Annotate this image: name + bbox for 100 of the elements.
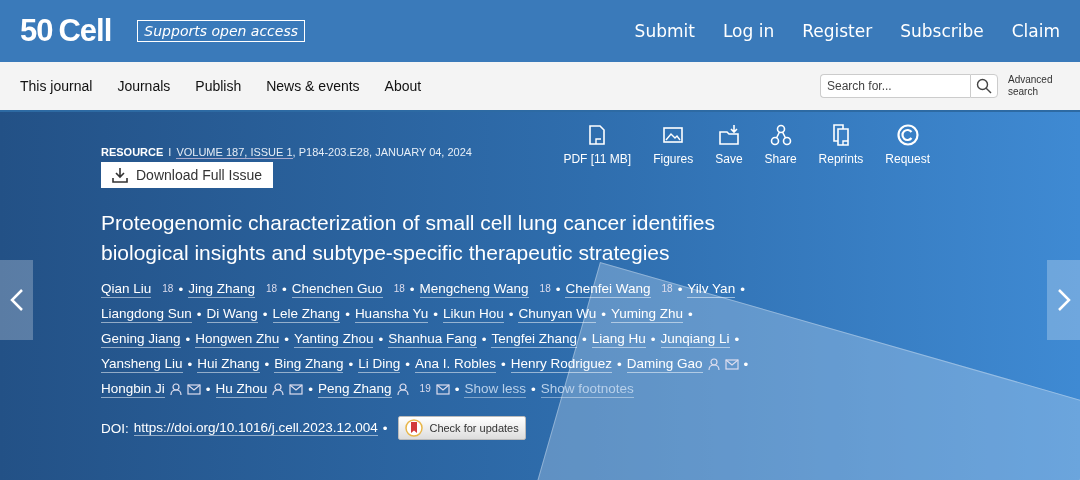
nav-item[interactable]: News & events [266,78,360,94]
journal-logo[interactable]: 50 Cell [20,13,112,49]
author-link[interactable]: Di Wang [206,305,258,323]
header-link[interactable]: Subscribe [900,21,984,41]
bullet-mark: • [308,380,314,398]
bullet-mark: • [734,330,740,348]
folder-icon [717,124,740,146]
author-link[interactable]: Hui Zhang [197,355,260,373]
author-link[interactable]: Hu Zhou [215,380,268,398]
author-link[interactable]: Daming Gao [626,355,703,373]
bullet-mark: • [262,305,268,323]
author-link[interactable]: Ana I. Robles [414,355,496,373]
nav-item[interactable]: Journals [117,78,171,94]
download-full-issue-button[interactable]: Download Full Issue [101,162,274,188]
author-link[interactable]: Henry Rodriguez [510,355,612,373]
search-button[interactable] [970,74,998,98]
author-link[interactable]: Liangdong Sun [101,305,192,323]
bullet-mark: • [500,355,506,373]
bullet-mark: • [378,330,384,348]
bullet-mark: • [433,305,438,323]
footnote-link[interactable]: 18 [539,280,551,297]
search-field[interactable]: Search for... [820,74,970,98]
bullet-mark: • [405,355,410,373]
footnote-link[interactable]: 18 [265,280,278,297]
advanced-search-link[interactable]: Advanced search [1008,74,1060,98]
footnote-link[interactable]: 18 [393,280,405,297]
doi-label: DOI: [101,420,129,436]
author-link[interactable]: Mengcheng Wang [419,280,529,298]
bullet-mark: • [743,355,749,373]
header-link[interactable]: Submit [634,21,695,41]
author-link[interactable]: Chenchen Guo [291,280,383,298]
author-link[interactable]: Qian Liu [101,280,152,298]
bullet-mark: • [601,305,606,323]
author-link[interactable]: Hongbin Ji [101,380,165,398]
author-link[interactable]: Liang Hu [591,330,646,348]
author-link[interactable]: Gening Jiang [101,330,181,348]
author-link[interactable]: Huansha Yu [354,305,429,323]
article-title: Proteogenomic characterization of small cell lung cancer identifies biological insights and subtype-specific therapeutic strategies [101,210,716,266]
action-button[interactable]: Figures [653,124,694,188]
action-button[interactable]: Share [764,124,797,188]
author-link[interactable]: Chenfei Wang [565,280,651,298]
volume-link[interactable]: VOLUME 187, ISSUE 1 [176,146,293,159]
footnote-link[interactable]: 18 [162,280,174,297]
author-link[interactable]: Chunyan Wu [518,305,597,323]
doi-link[interactable]: https://doi.org/10.1016/j.cell.2023.12.004 [133,420,378,436]
bullet-mark: • [185,330,191,348]
person-icon [707,357,720,371]
bullet-mark: • [677,280,683,298]
nav-item[interactable]: About [384,78,422,94]
action-button[interactable]: Request [885,124,930,188]
bullet-mark: • [187,355,193,373]
separator-mark: I [168,146,172,158]
bullet-mark: • [740,280,745,298]
author-link[interactable]: Yuming Zhu [611,305,684,323]
bullet-mark: • [264,355,270,373]
action-button[interactable]: PDF [11 MB] [563,124,632,188]
mail-icon [724,357,739,371]
bullet-mark: • [508,305,514,323]
header-link[interactable]: Register [802,21,873,41]
search-icon [976,78,992,94]
bullet-mark: • [284,330,290,348]
author-link[interactable]: Likun Hou [442,305,504,323]
author-link[interactable]: Tengfei Zhang [491,330,577,348]
author-link[interactable]: Yansheng Liu [101,355,183,373]
header-link[interactable]: Log in [722,21,775,41]
bullet-mark: • [382,420,388,436]
show-less-link[interactable]: Show less [464,380,526,398]
bullet-mark: • [178,280,184,298]
copyright-icon [896,124,919,146]
bullet-mark: • [555,280,561,298]
mail-icon [186,382,201,396]
footnote-link[interactable]: 19 [419,380,431,397]
author-link[interactable]: Hongwen Zhu [195,330,280,348]
show-footnotes-link[interactable]: Show footnotes [540,380,634,398]
action-button[interactable]: Save [715,124,743,188]
open-access-badge: Supports open access [137,20,305,42]
author-link[interactable]: Bing Zhang [274,355,344,373]
author-link[interactable]: Yilv Yan [687,280,736,298]
bullet-mark: • [481,330,487,348]
author-link[interactable]: Jing Zhang [188,280,255,298]
author-link[interactable]: Junqiang Li [660,330,730,348]
bookmark-badge-icon [405,419,424,437]
author-link[interactable]: Shanhua Fang [388,330,477,348]
check-for-updates-button[interactable]: Check for updates [398,416,526,440]
next-button[interactable] [1047,260,1080,340]
nav-item[interactable]: This journal [20,78,93,94]
author-link[interactable]: Li Ding [358,355,401,373]
article-type: RESOURCE [101,146,164,158]
previous-button[interactable] [0,260,33,340]
author-link[interactable]: Lele Zhang [272,305,341,323]
bullet-mark: • [282,280,287,298]
action-button[interactable]: Reprints [818,124,864,188]
mail-icon [435,382,450,396]
author-link[interactable]: Yanting Zhou [294,330,374,348]
author-link[interactable]: Peng Zhang [318,380,392,398]
person-icon [272,382,285,396]
header-link[interactable]: Claim [1011,21,1060,41]
nav-item[interactable]: Publish [195,78,242,94]
bullet-mark: • [650,330,656,348]
image-icon [662,124,685,146]
